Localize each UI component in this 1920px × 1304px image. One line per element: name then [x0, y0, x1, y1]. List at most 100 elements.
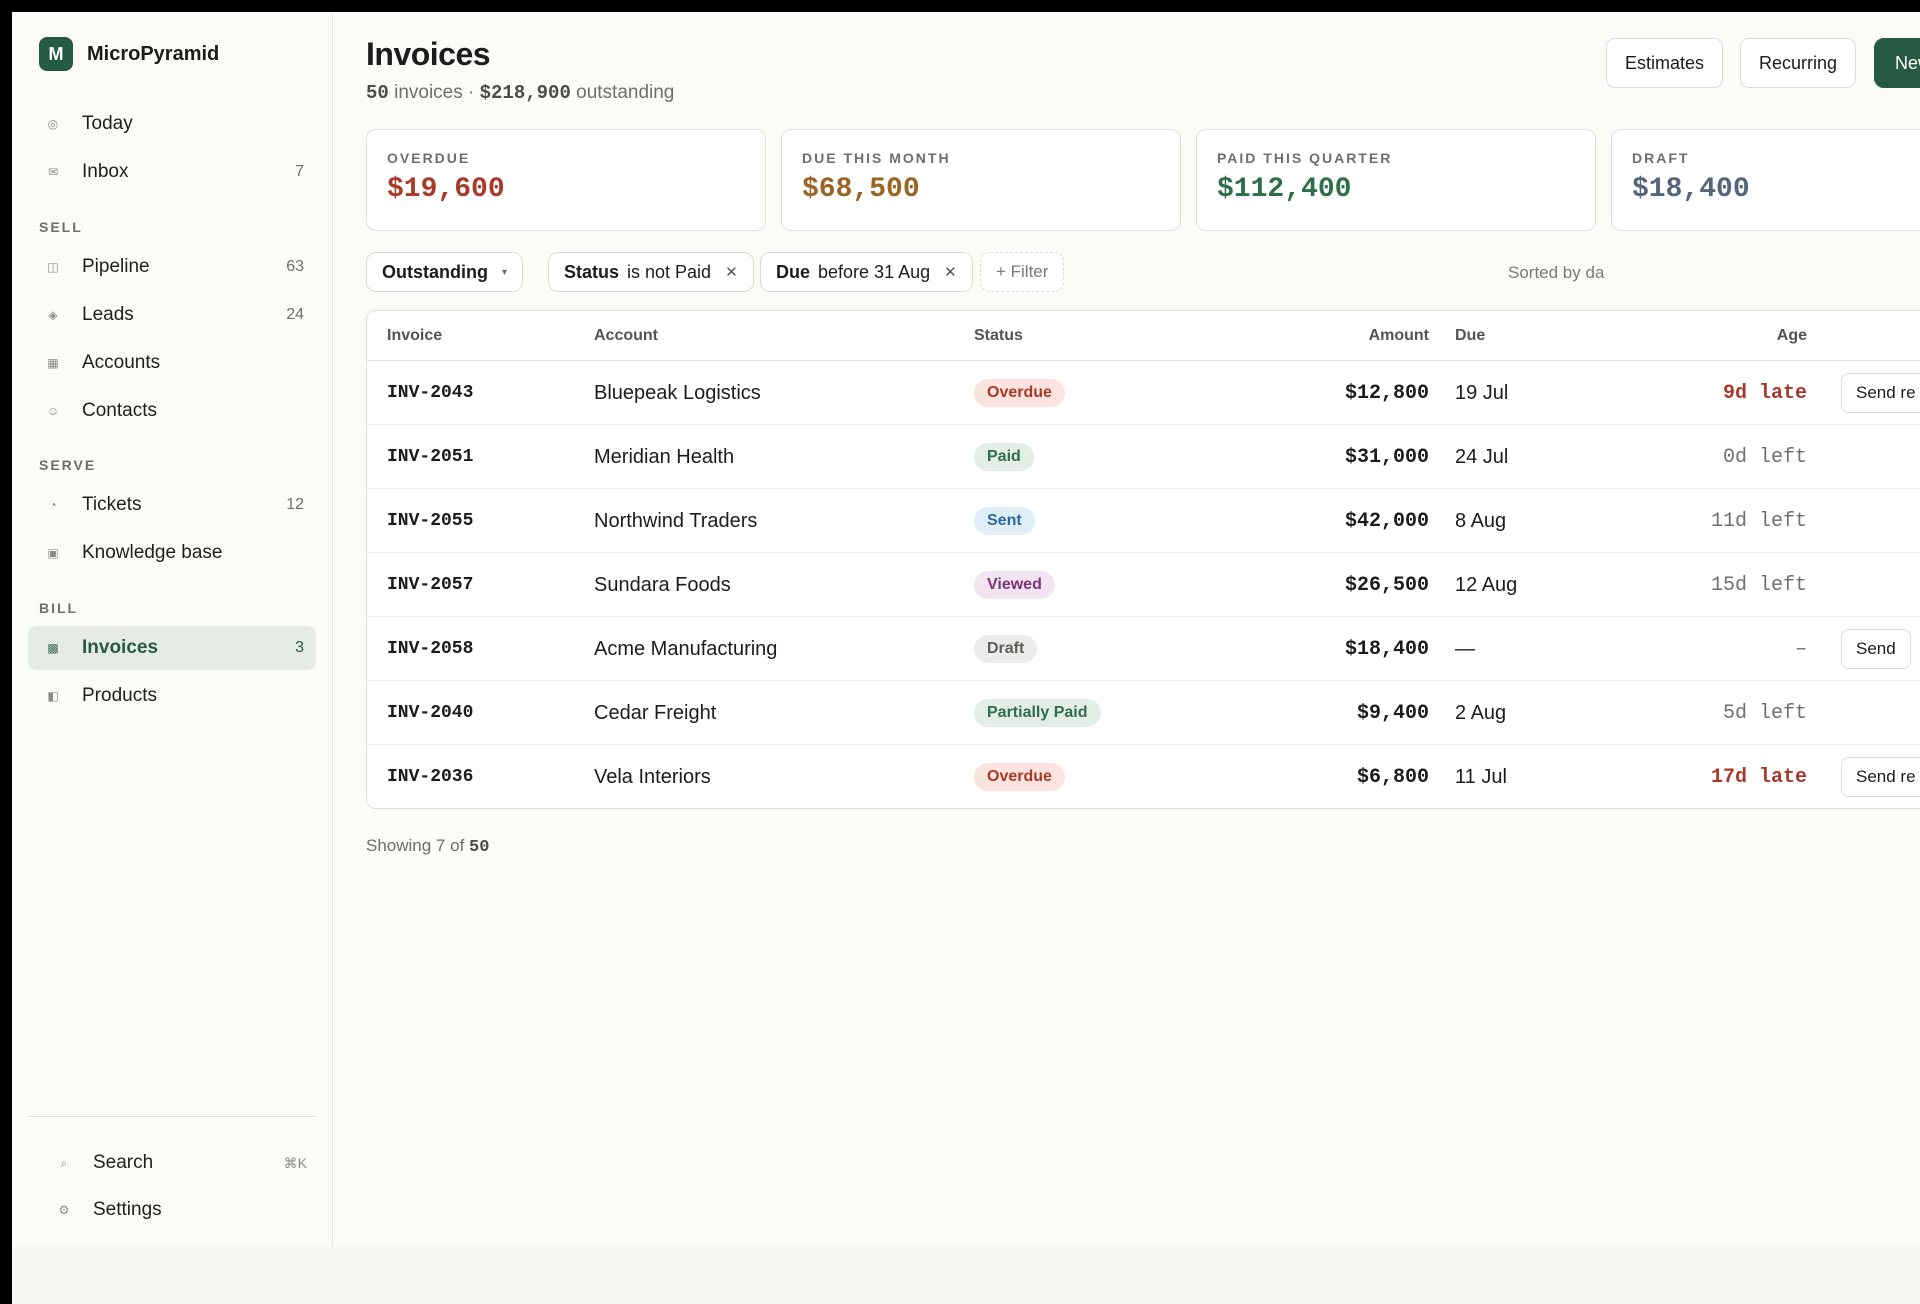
table-row[interactable]: INV-2057 Sundara Foods Viewed $26,500 12 Aug…: [367, 553, 1920, 617]
pagination-prefix: Showing 7 of: [366, 836, 470, 855]
table-row[interactable]: INV-2040 Cedar Freight Partially Paid $9,40…: [367, 681, 1920, 745]
status-cell: Draft: [974, 617, 1038, 681]
table-row[interactable]: INV-2058 Acme Manufacturing Draft $18,400 — –…: [367, 617, 1920, 681]
sidebar-item-leads[interactable]: ◈ Leads 24: [28, 293, 316, 337]
row-action-button[interactable]: Send re: [1841, 373, 1920, 413]
column-header-due[interactable]: Due: [1455, 327, 1485, 345]
invoice-count-label: invoices ·: [388, 82, 480, 103]
account-name[interactable]: Northwind Traders: [594, 489, 757, 553]
account-name[interactable]: Sundara Foods: [594, 553, 731, 617]
status-cell: Overdue: [974, 745, 1065, 808]
invoice-number[interactable]: INV-2058: [387, 617, 473, 681]
invoice-count: 50: [366, 82, 389, 104]
sidebar-item-label: Knowledge base: [82, 542, 223, 563]
table-row[interactable]: INV-2055 Northwind Traders Sent $42,000 8 Au…: [367, 489, 1920, 553]
age: 11d left: [1710, 509, 1807, 533]
column-header-invoice[interactable]: Invoice: [387, 327, 442, 345]
section-label-bill: BILL: [39, 600, 79, 616]
status-cell: Overdue: [974, 361, 1065, 425]
stat-card-value: $18,400: [1632, 174, 1750, 205]
page-title: Invoices: [366, 36, 491, 72]
brand-name: MicroPyramid: [87, 42, 220, 65]
stat-card-overdue[interactable]: OVERDUE $19,600: [366, 129, 766, 231]
column-header-account[interactable]: Account: [594, 327, 658, 345]
close-icon[interactable]: ✕: [944, 263, 957, 281]
account-name[interactable]: Vela Interiors: [594, 745, 711, 808]
table-row[interactable]: INV-2051 Meridian Health Paid $31,000 24 Jul…: [367, 425, 1920, 489]
sort-indicator[interactable]: Sorted by da: [1508, 263, 1604, 283]
invoice-icon: ▩: [47, 641, 59, 655]
close-icon[interactable]: ✕: [725, 263, 738, 281]
row-action-button[interactable]: Send: [1841, 629, 1911, 669]
sidebar-item-label: Search: [93, 1152, 154, 1173]
account-name[interactable]: Meridian Health: [594, 425, 734, 489]
filter-chip-due[interactable]: Due before 31 Aug ✕: [760, 252, 973, 292]
recurring-button[interactable]: Recurring: [1740, 38, 1857, 88]
stat-card-paid-this-quarter[interactable]: PAID THIS QUARTER $112,400: [1196, 129, 1596, 231]
status-cell: Partially Paid: [974, 681, 1101, 745]
status-badge: Viewed: [974, 571, 1055, 599]
due-date: 19 Jul: [1455, 381, 1509, 404]
filter-chip-status[interactable]: Status is not Paid ✕: [548, 252, 754, 292]
due-date: 24 Jul: [1455, 445, 1509, 468]
sidebar-item-count: 24: [286, 306, 304, 323]
table-row[interactable]: INV-2036 Vela Interiors Overdue $6,800 11 Ju…: [367, 745, 1920, 808]
stat-card-label: DUE THIS MONTH: [802, 150, 951, 166]
column-header-status[interactable]: Status: [974, 327, 1023, 345]
filter-field: Due: [776, 261, 811, 282]
outstanding-amount: $218,900: [479, 82, 571, 104]
estimates-button[interactable]: Estimates: [1606, 38, 1724, 88]
section-label-serve: SERVE: [39, 457, 97, 473]
amount: $9,400: [1356, 701, 1429, 725]
row-action-button[interactable]: Send re: [1841, 757, 1920, 797]
sidebar-item-label: Inbox: [82, 161, 129, 182]
sidebar-item-contacts[interactable]: ☺ Contacts: [28, 389, 316, 433]
account-name[interactable]: Cedar Freight: [594, 681, 716, 745]
status-badge: Overdue: [974, 763, 1065, 791]
column-header-amount[interactable]: Amount: [1349, 327, 1429, 345]
stat-card-due-this-month[interactable]: DUE THIS MONTH $68,500: [781, 129, 1181, 231]
invoice-number[interactable]: INV-2051: [387, 425, 473, 489]
account-name[interactable]: Bluepeak Logistics: [594, 361, 761, 425]
sidebar-item-search[interactable]: ⌕ Search ⌘K: [39, 1143, 307, 1183]
gear-icon: ⚙: [58, 1203, 70, 1217]
sidebar-item-inbox[interactable]: ✉ Inbox 7: [28, 150, 316, 194]
sidebar-item-invoices[interactable]: ▩ Invoices 3: [28, 626, 316, 670]
stat-card-value: $112,400: [1217, 174, 1352, 205]
outstanding-label: outstanding: [570, 82, 675, 103]
sidebar-item-pipeline[interactable]: ◫ Pipeline 63: [28, 245, 316, 289]
stat-card-value: $19,600: [387, 174, 505, 205]
keyboard-shortcut: ⌘K: [283, 1154, 307, 1171]
invoices-table: Invoice Account Status Amount Due Age IN…: [366, 310, 1920, 809]
invoice-number[interactable]: INV-2040: [387, 681, 473, 745]
amount: $42,000: [1344, 509, 1429, 533]
sidebar-item-tickets[interactable]: ◔ Tickets 12: [28, 483, 316, 527]
age: 15d left: [1710, 573, 1807, 597]
account-name[interactable]: Acme Manufacturing: [594, 617, 777, 681]
view-select[interactable]: Outstanding ▾: [366, 252, 524, 292]
invoice-number[interactable]: INV-2036: [387, 745, 473, 808]
view-select-label: Outstanding: [382, 261, 488, 282]
sidebar-item-products[interactable]: ◧ Products: [28, 674, 316, 718]
new-invoice-button[interactable]: New: [1874, 38, 1920, 88]
table-row[interactable]: INV-2043 Bluepeak Logistics Overdue $12,800…: [367, 361, 1920, 425]
invoice-number[interactable]: INV-2057: [387, 553, 473, 617]
status-badge: Draft: [974, 635, 1038, 663]
brand[interactable]: M MicroPyramid: [39, 37, 219, 71]
status-badge: Paid: [974, 443, 1034, 471]
invoice-number[interactable]: INV-2043: [387, 361, 473, 425]
sidebar-item-knowledge-base[interactable]: ▣ Knowledge base: [28, 531, 316, 575]
sidebar-item-label: Leads: [82, 304, 134, 325]
square-icon: ▦: [47, 356, 59, 370]
status-badge: Overdue: [974, 379, 1065, 407]
stat-card-draft[interactable]: DRAFT $18,400: [1611, 129, 1920, 231]
product-icon: ◧: [47, 689, 59, 703]
column-header-age[interactable]: Age: [1747, 327, 1807, 345]
invoice-number[interactable]: INV-2055: [387, 489, 473, 553]
sidebar-item-settings[interactable]: ⚙ Settings: [39, 1190, 307, 1230]
bottom-strip: [12, 1246, 1920, 1304]
status-cell: Viewed: [974, 553, 1055, 617]
add-filter-button[interactable]: + Filter: [980, 252, 1065, 292]
sidebar-item-accounts[interactable]: ▦ Accounts: [28, 341, 316, 385]
sidebar-item-today[interactable]: ◎ Today: [28, 102, 316, 146]
